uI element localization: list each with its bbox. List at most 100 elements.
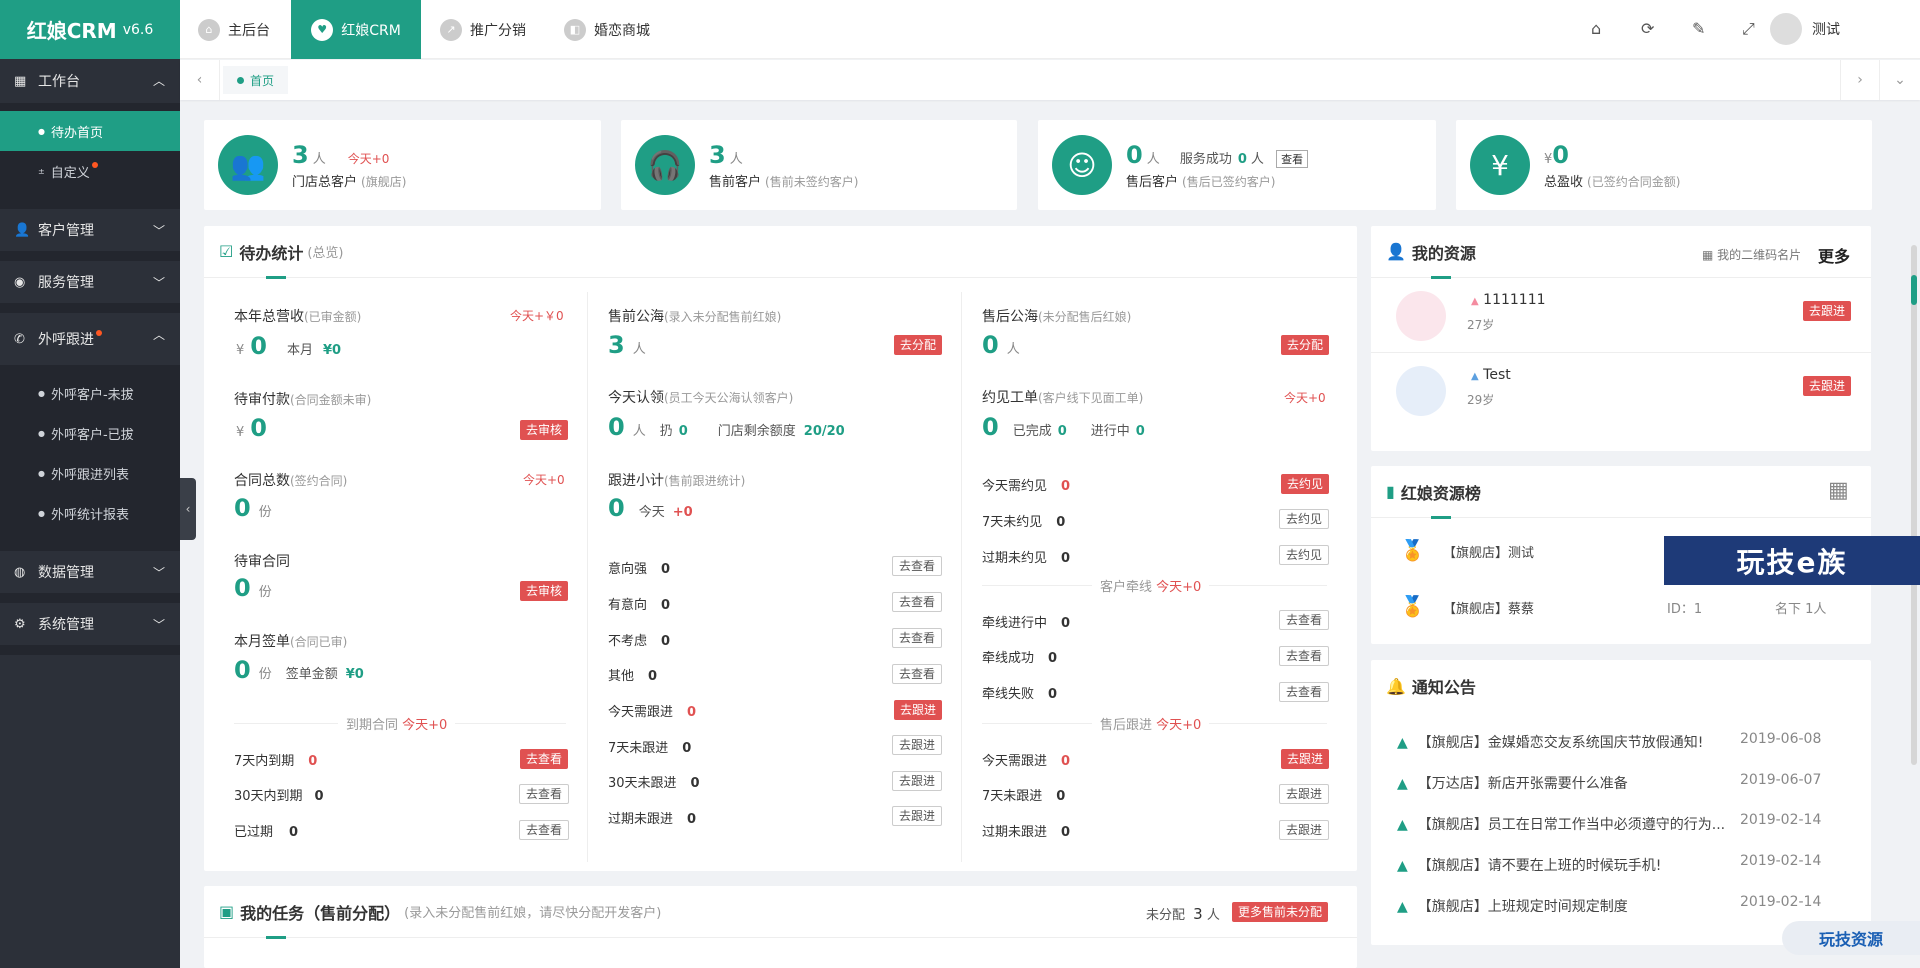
assign-presale-button[interactable]: 去分配	[894, 335, 943, 355]
medal-icon: 🏅	[1400, 538, 1425, 562]
view-expire-30-button[interactable]: 去查看	[519, 784, 570, 804]
my-tasks-panel: ▣ 我的任务（售前分配） (录入未分配售前红娘，请尽快分配开发客户)	[204, 886, 1357, 968]
fullscreen-icon[interactable]: ⤢	[1742, 19, 1755, 39]
meet-today-button[interactable]: 去约见	[1281, 474, 1330, 494]
qr-card-link[interactable]: ▦ 我的二维码名片	[1702, 246, 1801, 263]
home-icon[interactable]: ⌂	[1591, 19, 1601, 38]
sidebar: 红娘CRM v6.6 ▦ 工作台 ︿ ● 待办首页 ± 自定义 👤 客户管理 ﹀ ◉ 服务管理 ﹀…	[0, 0, 180, 968]
match-inprogress-button[interactable]: 去查看	[1279, 610, 1330, 630]
qrcode-icon[interactable]: ▦	[1828, 478, 1849, 503]
share-icon: ↗	[440, 18, 462, 41]
after-follow-7-button[interactable]: 去跟进	[1279, 784, 1330, 804]
sidebar-group-service[interactable]: ◉ 服务管理 ﹀	[0, 261, 180, 313]
panel-title: ☑ 待办统计 (总览)	[204, 226, 1357, 279]
match-success-button[interactable]: 去查看	[1279, 646, 1330, 666]
bell-icon: ▲	[1397, 817, 1408, 833]
user-icon: 👤	[14, 222, 31, 238]
sidebar-item-custom[interactable]: ± 自定义	[0, 151, 180, 191]
yen-icon: ¥	[1470, 135, 1530, 195]
watermark-banner: 玩技e族	[1664, 536, 1920, 585]
sidebar-group-data[interactable]: ◍ 数据管理 ﹀	[0, 551, 180, 603]
page-scrollbar[interactable]	[1911, 245, 1917, 765]
notice-item[interactable]: ▲ 【旗舰店】金媒婚恋交友系统国庆节放假通知!	[1397, 732, 1703, 752]
tabs-right-arrow[interactable]: ›	[1840, 60, 1880, 100]
user-menu[interactable]: 测试	[1770, 13, 1840, 45]
notice-item[interactable]: ▲ 【旗舰店】请不要在上班的时候玩手机!	[1397, 855, 1661, 875]
view-strong-intent-button[interactable]: 去查看	[892, 556, 943, 576]
sidebar-group-customer[interactable]: 👤 客户管理 ﹀	[0, 209, 180, 261]
more-link[interactable]: 更多	[1818, 243, 1850, 267]
bell-icon: ▲	[1397, 899, 1408, 915]
chevron-up-icon: ︿	[152, 74, 165, 88]
crm-icon: ♥	[311, 18, 334, 41]
view-other-button[interactable]: 去查看	[892, 664, 943, 684]
chevron-down-icon: ﹀	[152, 618, 165, 632]
sidebar-group-workbench[interactable]: ▦ 工作台 ︿	[0, 59, 180, 103]
sidebar-item-outcall-not-dialed[interactable]: ● 外呼客户-未拔	[0, 373, 180, 413]
follow-7-button[interactable]: 去跟进	[892, 735, 943, 755]
follow-today-button[interactable]: 去跟进	[894, 700, 943, 720]
stat-card-aftersale-customers: ☺ 0人 服务成功 0 人 查看 售后客户 (售后已签约客户)	[1038, 120, 1436, 210]
resource-row[interactable]: ▲ Test 29岁 去跟进	[1371, 353, 1871, 428]
clear-icon[interactable]: ✎	[1692, 19, 1705, 38]
audit-contract-button[interactable]: 去审核	[520, 581, 569, 601]
male-icon: ▲	[1471, 371, 1479, 382]
view-no-consider-button[interactable]: 去查看	[892, 628, 943, 648]
notification-dot	[96, 330, 102, 336]
sidebar-item-todo-home[interactable]: ● 待办首页	[0, 111, 180, 151]
workbench-submenu: ● 待办首页 ± 自定义	[0, 103, 180, 199]
sidebar-item-outcall-list[interactable]: ● 外呼跟进列表	[0, 453, 180, 493]
meet-expired-button[interactable]: 去约见	[1279, 545, 1330, 565]
follow-30-button[interactable]: 去跟进	[892, 771, 943, 791]
resource-row[interactable]: ▲ 1111111 27岁 去跟进	[1371, 278, 1871, 353]
tab-crm[interactable]: ♥ 红娘CRM	[291, 0, 421, 59]
after-follow-today-button[interactable]: 去跟进	[1281, 749, 1330, 769]
view-intent-button[interactable]: 去查看	[892, 592, 943, 612]
audit-payment-button[interactable]: 去审核	[520, 420, 569, 440]
match-fail-button[interactable]: 去查看	[1279, 682, 1330, 702]
headset-icon: 🎧	[635, 135, 695, 195]
bell-icon: 🔔	[1386, 676, 1406, 696]
notice-item[interactable]: ▲ 【旗舰店】上班规定时间规定制度	[1397, 896, 1628, 916]
tab-mall[interactable]: ◧ 婚恋商城	[564, 0, 650, 59]
after-follow-expired-button[interactable]: 去跟进	[1279, 820, 1330, 840]
view-expire-7-button[interactable]: 去查看	[520, 749, 569, 769]
notice-item[interactable]: ▲ 【旗舰店】员工在日常工作当中必须遵守的行为...	[1397, 814, 1725, 834]
sidebar-collapse-handle[interactable]: ‹	[180, 478, 196, 540]
chevron-down-icon: ﹀	[152, 276, 165, 290]
tab-main-backend[interactable]: ⌂ 主后台	[198, 0, 270, 59]
watermark-badge: 玩技资源	[1782, 921, 1920, 955]
sidebar-item-outcall-report[interactable]: ● 外呼统计报表	[0, 493, 180, 533]
customers-icon: 👥	[218, 135, 278, 195]
phone-icon: ✆	[14, 331, 25, 347]
sidebar-group-outcall[interactable]: ✆ 外呼跟进 ︿	[0, 313, 180, 365]
avatar	[1770, 13, 1802, 45]
chevron-up-icon: ︿	[152, 328, 165, 342]
follow-resource-button[interactable]: 去跟进	[1803, 376, 1852, 396]
sidebar-item-outcall-dialed[interactable]: ● 外呼客户-已拔	[0, 413, 180, 453]
refresh-icon[interactable]: ⟳	[1641, 19, 1654, 38]
bar-chart-icon: ▮	[1386, 482, 1395, 501]
notice-item[interactable]: ▲ 【万达店】新店开张需要什么准备	[1397, 773, 1628, 793]
page-tab-home[interactable]: 首页	[223, 66, 289, 94]
tabs-dropdown-icon[interactable]: ⌄	[1880, 60, 1920, 100]
view-success-button[interactable]: 查看	[1276, 149, 1309, 168]
top-bar: ⌂ 主后台 ♥ 红娘CRM ↗ 推广分销 ◧ 婚恋商城 ⌂ ⟳ ✎ ⤢ 测试	[180, 0, 1920, 59]
follow-expired-button[interactable]: 去跟进	[892, 806, 943, 826]
user-card-icon: ▣	[219, 902, 235, 921]
chevron-down-icon: ﹀	[152, 224, 165, 238]
view-expired-button[interactable]: 去查看	[519, 820, 570, 840]
medal-icon: 🏅	[1400, 594, 1425, 618]
meet-7-button[interactable]: 去约见	[1279, 509, 1330, 529]
sidebar-group-system[interactable]: ⚙ 系统管理 ﹀	[0, 603, 180, 655]
data-icon: ◍	[14, 564, 26, 580]
tabs-left-arrow[interactable]: ‹	[180, 60, 220, 100]
assign-aftersale-button[interactable]: 去分配	[1281, 335, 1330, 355]
female-icon: ▲	[1471, 296, 1479, 307]
panel-title: 🔔 通知公告	[1386, 676, 1476, 698]
app-logo[interactable]: 红娘CRM v6.6	[0, 0, 180, 59]
more-unassigned-button[interactable]: 更多售前未分配	[1232, 902, 1329, 922]
panel-title: ▮ 红娘资源榜	[1371, 466, 1871, 519]
tab-promotion[interactable]: ↗ 推广分销	[440, 0, 526, 59]
follow-resource-button[interactable]: 去跟进	[1803, 301, 1852, 321]
